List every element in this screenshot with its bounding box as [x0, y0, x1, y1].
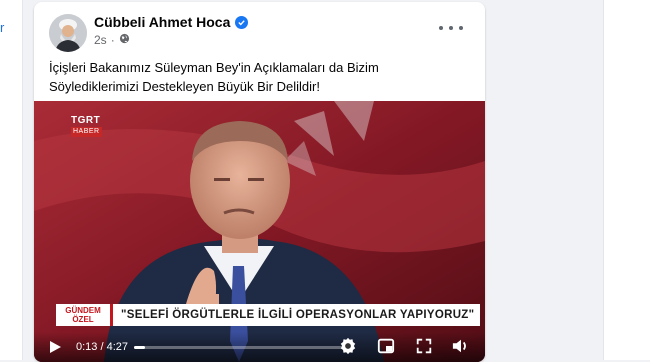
more-dot-icon: [459, 26, 463, 30]
lower-third-banner: GÜNDEM ÖZEL "SELEFİ ÖRGÜTLERLE İLGİLİ OP…: [56, 304, 480, 326]
post-card: Cübbeli Ahmet Hoca 2s · İçişleri Bakanım…: [34, 2, 485, 362]
author-name[interactable]: Cübbeli Ahmet Hoca: [94, 14, 230, 30]
right-column: [603, 0, 650, 360]
lower-third-quote: "SELEFİ ÖRGÜTLERLE İLGİLİ OPERASYONLAR Y…: [110, 304, 480, 326]
post-meta: 2s ·: [94, 33, 130, 47]
channel-logo: TGRT HABER: [71, 116, 102, 137]
more-options-button[interactable]: [439, 20, 463, 36]
video-progress-fill: [134, 346, 145, 349]
video-controls: 0:13 / 4:27: [34, 332, 485, 362]
author-row: Cübbeli Ahmet Hoca: [94, 14, 249, 30]
fullscreen-icon[interactable]: [415, 337, 433, 360]
left-column: r: [0, 0, 23, 360]
lower-third-label: GÜNDEM ÖZEL: [56, 304, 110, 326]
more-dot-icon: [449, 26, 453, 30]
more-dot-icon: [439, 26, 443, 30]
lower-third-label-line2: ÖZEL: [72, 315, 94, 324]
channel-logo-sub: HABER: [71, 127, 102, 137]
author-avatar[interactable]: [49, 14, 87, 52]
volume-icon[interactable]: [451, 337, 471, 360]
globe-icon: [119, 33, 130, 47]
settings-gear-icon[interactable]: [339, 337, 357, 360]
post-text: İçişleri Bakanımız Süleyman Bey'in Açıkl…: [49, 60, 379, 94]
video-progress-bar[interactable]: [134, 346, 349, 349]
play-icon[interactable]: [48, 340, 62, 359]
lower-third-label-line1: GÜNDEM: [65, 306, 101, 315]
video-time: 0:13 / 4:27: [76, 341, 128, 353]
verified-badge-icon: [235, 15, 249, 29]
picture-in-picture-icon[interactable]: [377, 337, 395, 360]
left-column-text-fragment[interactable]: r: [0, 20, 4, 35]
channel-logo-text: TGRT: [71, 115, 101, 126]
video-player[interactable]: TGRT HABER GÜNDEM ÖZEL "SELEFİ ÖRGÜTLERL…: [34, 101, 485, 362]
dot-separator: ·: [110, 33, 115, 47]
post-timestamp[interactable]: 2s: [94, 33, 107, 47]
